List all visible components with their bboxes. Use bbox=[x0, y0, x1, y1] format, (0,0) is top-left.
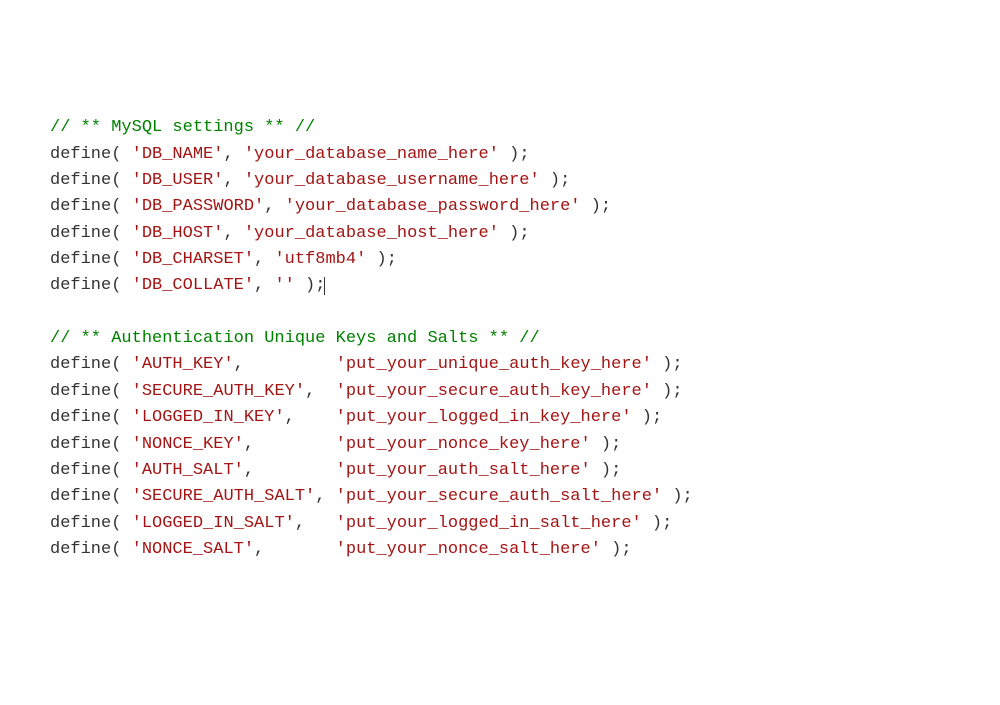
text-cursor bbox=[324, 277, 325, 296]
define-line: define( 'NONCE_KEY', 'put_your_nonce_key… bbox=[50, 435, 621, 454]
define-line: define( 'DB_CHARSET', 'utf8mb4' ); bbox=[50, 250, 397, 269]
define-line: define( 'AUTH_SALT', 'put_your_auth_salt… bbox=[50, 461, 621, 480]
define-line: define( 'DB_COLLATE', '' ); bbox=[50, 276, 325, 295]
define-line: define( 'DB_PASSWORD', 'your_database_pa… bbox=[50, 197, 611, 216]
comment-auth: // ** Authentication Unique Keys and Sal… bbox=[50, 329, 540, 348]
define-line: define( 'DB_NAME', 'your_database_name_h… bbox=[50, 145, 530, 164]
define-line: define( 'LOGGED_IN_KEY', 'put_your_logge… bbox=[50, 408, 662, 427]
define-line: define( 'AUTH_KEY', 'put_your_unique_aut… bbox=[50, 355, 683, 374]
define-line: define( 'LOGGED_IN_SALT', 'put_your_logg… bbox=[50, 514, 672, 533]
define-line: define( 'DB_USER', 'your_database_userna… bbox=[50, 171, 570, 190]
define-line: define( 'SECURE_AUTH_KEY', 'put_your_sec… bbox=[50, 382, 683, 401]
comment-mysql: // ** MySQL settings ** // bbox=[50, 118, 315, 137]
define-line: define( 'SECURE_AUTH_SALT', 'put_your_se… bbox=[50, 487, 693, 506]
code-block: // ** MySQL settings ** // define( 'DB_N… bbox=[50, 115, 950, 563]
define-line: define( 'DB_HOST', 'your_database_host_h… bbox=[50, 224, 530, 243]
define-line: define( 'NONCE_SALT', 'put_your_nonce_sa… bbox=[50, 540, 632, 559]
